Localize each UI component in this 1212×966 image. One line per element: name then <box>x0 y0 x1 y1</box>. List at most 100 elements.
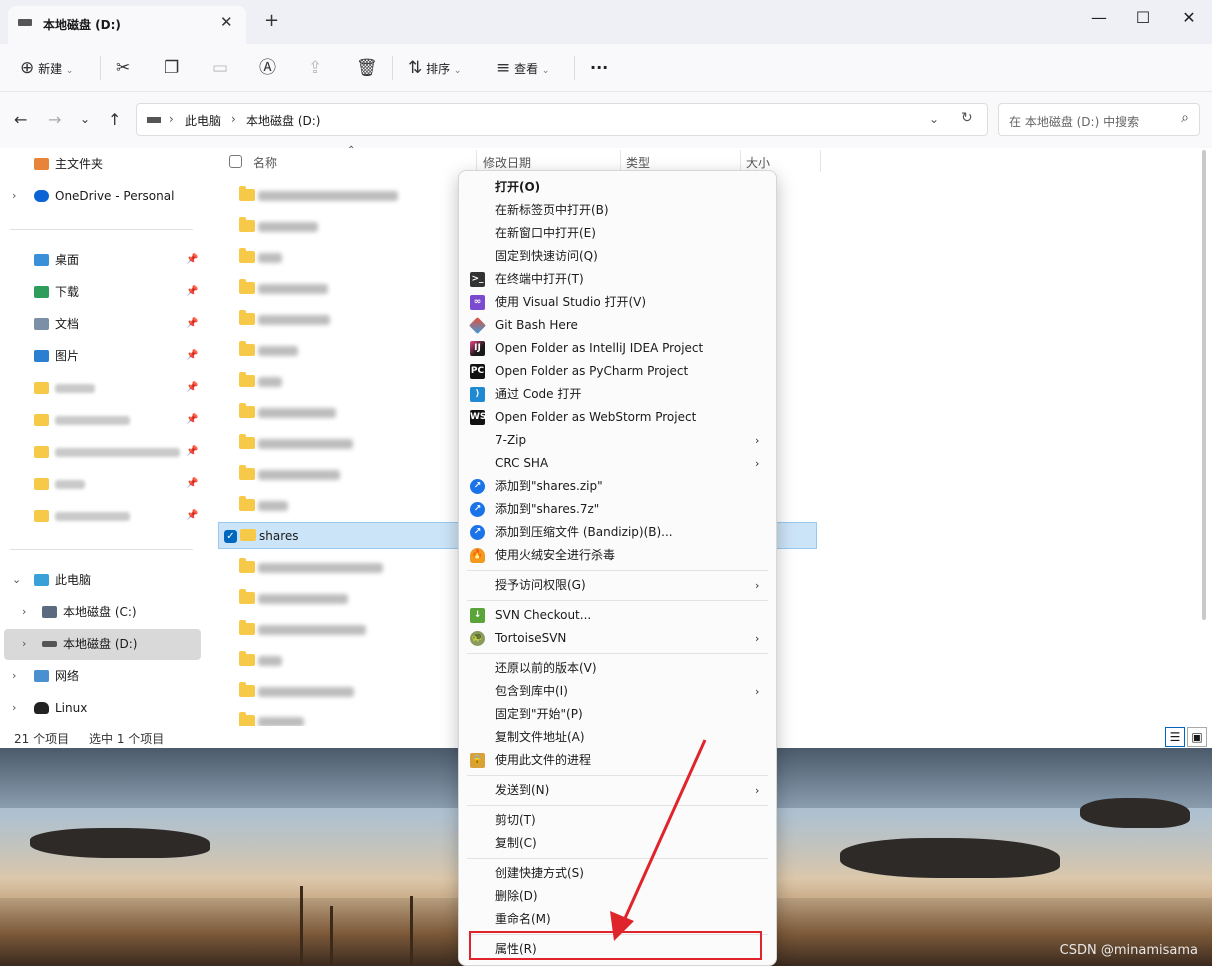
chevron-right-icon[interactable]: › <box>12 694 16 722</box>
new-button[interactable]: ⊕ 新建 ⌄ <box>20 54 73 82</box>
menu-item-pin-start[interactable]: 固定到"开始"(P) <box>459 703 776 726</box>
menu-item-webstorm[interactable]: WS Open Folder as WebStorm Project <box>459 406 776 429</box>
sidebar-item-home[interactable]: 主文件夹 <box>0 150 204 178</box>
details-view-icon[interactable]: ☰ <box>1165 727 1185 747</box>
new-tab-button[interactable]: + <box>264 10 279 31</box>
share-icon[interactable]: ⇪ <box>308 54 322 82</box>
sidebar-item-this-pc[interactable]: ⌄ 此电脑 <box>0 566 204 594</box>
menu-item-vscode[interactable]: ⟩ 通过 Code 打开 <box>459 383 776 406</box>
menu-item-open-new-window[interactable]: 在新窗口中打开(E) <box>459 222 776 245</box>
close-button[interactable]: ✕ <box>1166 4 1212 34</box>
menu-item-grant-access[interactable]: 授予访问权限(G) › <box>459 574 776 597</box>
menu-item-visual-studio[interactable]: ∞ 使用 Visual Studio 打开(V) <box>459 291 776 314</box>
chevron-right-icon[interactable]: › <box>22 598 26 626</box>
back-button[interactable]: ← <box>14 110 27 129</box>
folder-icon <box>34 414 49 426</box>
sidebar-item-drive-d[interactable]: › 本地磁盘 (D:) <box>0 630 204 658</box>
search-input[interactable]: 在 本地磁盘 (D:) 中搜索 <box>1009 113 1139 130</box>
blurred-filename <box>258 501 288 511</box>
chevron-down-icon[interactable]: ⌄ <box>12 566 21 594</box>
forward-button[interactable]: → <box>48 110 61 129</box>
breadcrumb-local-disk-d[interactable]: 本地磁盘 (D:) <box>246 112 320 129</box>
menu-item-crc-sha[interactable]: CRC SHA › <box>459 452 776 475</box>
cut-icon[interactable]: ✂ <box>116 54 130 82</box>
menu-item-intellij[interactable]: IJ Open Folder as IntelliJ IDEA Project <box>459 337 776 360</box>
menu-item-7zip[interactable]: 7-Zip › <box>459 429 776 452</box>
menu-item-open[interactable]: 打开(O) <box>459 176 776 199</box>
sidebar-item-network[interactable]: › 网络 <box>0 662 204 690</box>
menu-item-svn-checkout[interactable]: ↓ SVN Checkout... <box>459 604 776 627</box>
sidebar-item-drive-c[interactable]: › 本地磁盘 (C:) <box>0 598 204 626</box>
menu-item-add-7z[interactable]: ↗ 添加到"shares.7z" <box>459 498 776 521</box>
search-box[interactable]: 在 本地磁盘 (D:) 中搜索 ⌕ <box>998 103 1200 136</box>
sidebar-item-downloads[interactable]: 下载 📌 <box>0 278 204 306</box>
menu-item-label: 创建快捷方式(S) <box>495 866 584 880</box>
menu-item-restore-versions[interactable]: 还原以前的版本(V) <box>459 657 776 680</box>
sidebar-item-pinned-folder[interactable]: 📌 <box>0 438 204 466</box>
rename-icon[interactable]: Ⓐ <box>259 54 276 82</box>
sidebar-item-pictures[interactable]: 图片 📌 <box>0 342 204 370</box>
column-header-size[interactable]: 大小 <box>746 154 770 171</box>
breadcrumb-separator: › <box>169 112 174 126</box>
tab-local-disk-d[interactable]: 本地磁盘 (D:) ✕ <box>8 6 246 44</box>
menu-item-label: 通过 Code 打开 <box>495 387 582 401</box>
chevron-right-icon[interactable]: › <box>22 630 26 658</box>
sidebar-item-pinned-folder[interactable]: 📌 <box>0 406 204 434</box>
view-button[interactable]: ≡ 查看 ⌄ <box>496 54 549 82</box>
menu-item-open-terminal[interactable]: >_ 在终端中打开(T) <box>459 268 776 291</box>
menu-item-git-bash[interactable]: Git Bash Here <box>459 314 776 337</box>
sidebar-item-onedrive[interactable]: › OneDrive - Personal <box>0 182 204 210</box>
menu-item-pycharm[interactable]: PC Open Folder as PyCharm Project <box>459 360 776 383</box>
menu-item-tortoisesvn[interactable]: 🐢 TortoiseSVN › <box>459 627 776 650</box>
drive-icon <box>42 641 57 647</box>
sidebar-item-pinned-folder[interactable]: 📌 <box>0 502 204 530</box>
chevron-right-icon[interactable]: › <box>12 662 16 690</box>
minimize-button[interactable]: — <box>1076 4 1122 34</box>
recent-locations-button[interactable]: ⌄ <box>80 112 90 126</box>
tiles-view-icon[interactable]: ▣ <box>1187 727 1207 747</box>
visual-studio-icon: ∞ <box>470 295 485 310</box>
sidebar-item-pinned-folder[interactable]: 📌 <box>0 470 204 498</box>
chevron-down-icon[interactable]: ⌄ <box>929 112 939 126</box>
blurred-filename <box>258 377 282 387</box>
folder-icon <box>34 510 49 522</box>
breadcrumb-this-pc[interactable]: 此电脑 <box>185 112 221 129</box>
sort-button[interactable]: ⇅ 排序 ⌄ <box>408 54 461 82</box>
more-options-button[interactable]: ··· <box>590 54 608 82</box>
menu-item-label: 添加到"shares.7z" <box>495 502 600 516</box>
sort-icon: ⇅ <box>408 58 423 78</box>
column-header-name[interactable]: 名称 <box>253 154 277 171</box>
sidebar-item-desktop[interactable]: 桌面 📌 <box>0 246 204 274</box>
menu-item-label: 发送到(N) <box>495 783 550 797</box>
sidebar-item-pinned-folder[interactable]: 📌 <box>0 374 204 402</box>
menu-item-add-zip[interactable]: ↗ 添加到"shares.zip" <box>459 475 776 498</box>
menu-item-pin-quick-access[interactable]: 固定到快速访问(Q) <box>459 245 776 268</box>
column-header-modified[interactable]: 修改日期 <box>483 154 531 171</box>
maximize-button[interactable]: ☐ <box>1120 4 1166 34</box>
menu-item-open-new-tab[interactable]: 在新标签页中打开(B) <box>459 199 776 222</box>
pin-icon: 📌 <box>186 414 199 425</box>
menu-item-add-bandizip[interactable]: ↗ 添加到压缩文件 (Bandizip)(B)... <box>459 521 776 544</box>
paste-icon[interactable]: ▭ <box>212 54 228 82</box>
blurred-filename <box>258 284 328 294</box>
huorong-icon: 🔥 <box>470 548 485 563</box>
menu-item-include-library[interactable]: 包含到库中(I) › <box>459 680 776 703</box>
column-header-type[interactable]: 类型 <box>626 154 650 171</box>
folder-icon <box>34 478 49 490</box>
chevron-right-icon: › <box>755 457 760 470</box>
address-bar[interactable]: › 此电脑 › 本地磁盘 (D:) ⌄ ↻ <box>136 103 988 136</box>
menu-item-huorong-scan[interactable]: 🔥 使用火绒安全进行杀毒 <box>459 544 776 567</box>
tab-close-icon[interactable]: ✕ <box>220 13 233 31</box>
checkbox-checked-icon[interactable]: ✓ <box>224 530 237 543</box>
vertical-scrollbar[interactable] <box>1202 150 1206 620</box>
folder-icon <box>239 372 255 387</box>
sidebar-item-linux[interactable]: › Linux <box>0 694 204 722</box>
copy-icon[interactable]: ❐ <box>164 54 179 82</box>
up-button[interactable]: ↑ <box>108 110 121 129</box>
refresh-icon[interactable]: ↻ <box>961 110 973 126</box>
delete-icon[interactable]: 🗑 <box>356 54 378 82</box>
sidebar-item-documents[interactable]: 文档 📌 <box>0 310 204 338</box>
tab-title: 本地磁盘 (D:) <box>43 18 121 32</box>
select-all-checkbox[interactable] <box>229 155 242 168</box>
chevron-right-icon[interactable]: › <box>12 182 16 210</box>
